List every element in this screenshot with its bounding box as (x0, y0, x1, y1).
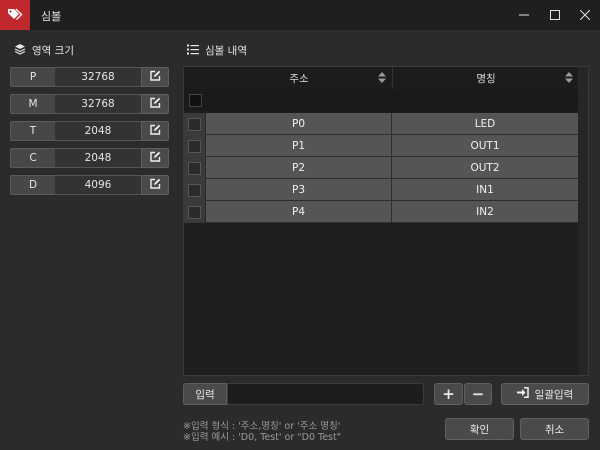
area-label: D (10, 175, 55, 195)
area-value: 32768 (55, 94, 141, 114)
area-label: P (10, 67, 55, 87)
row-checkbox[interactable] (188, 205, 201, 219)
column-header-name[interactable]: 명칭 (392, 67, 579, 89)
minimize-button[interactable] (509, 0, 539, 30)
ok-button[interactable]: 확인 (445, 418, 514, 440)
edit-icon (149, 97, 161, 112)
area-label: M (10, 94, 55, 114)
row-checkbox[interactable] (188, 139, 201, 153)
select-all-row (184, 89, 579, 111)
symbol-table: 주소 명칭 P0 LED P1 OUT1 P2 OUT2 P3 IN1 P4 I… (183, 66, 589, 376)
add-button[interactable]: + (434, 383, 463, 405)
title-bar: 심볼 (0, 0, 600, 30)
edit-icon (149, 178, 161, 193)
input-example-hint: ※입력 예시 : 'D0, Test' or "D0 Test" (183, 432, 342, 443)
name-cell[interactable]: IN2 (392, 201, 579, 223)
area-value: 4096 (55, 175, 141, 195)
area-label: C (10, 148, 55, 168)
area-row-t: T 2048 (10, 121, 169, 141)
list-icon (187, 44, 199, 58)
area-row-m: M 32768 (10, 94, 169, 114)
bulk-input-label: 일괄입력 (534, 388, 574, 401)
table-row[interactable]: P0 LED (184, 113, 579, 135)
table-row[interactable]: P1 OUT1 (184, 135, 579, 157)
edit-button[interactable] (141, 67, 169, 87)
area-value: 2048 (55, 148, 141, 168)
table-row[interactable]: P2 OUT2 (184, 157, 579, 179)
name-cell[interactable]: OUT2 (392, 157, 579, 179)
table-row[interactable]: P4 IN2 (184, 201, 579, 223)
sort-icon (565, 72, 573, 86)
sign-in-icon (516, 387, 529, 401)
row-checkbox[interactable] (188, 117, 201, 131)
area-size-header: 영역 크기 (14, 43, 74, 58)
symbol-list-header: 심볼 내역 (187, 43, 247, 58)
address-cell[interactable]: P4 (206, 201, 392, 223)
close-button[interactable] (570, 0, 600, 30)
cancel-button[interactable]: 취소 (520, 418, 589, 440)
area-row-c: C 2048 (10, 148, 169, 168)
address-cell[interactable]: P1 (206, 135, 392, 157)
maximize-button[interactable] (540, 0, 570, 30)
table-row[interactable]: P3 IN1 (184, 179, 579, 201)
area-value: 32768 (55, 67, 141, 87)
row-checkbox[interactable] (188, 183, 201, 197)
select-all-checkbox[interactable] (188, 93, 202, 107)
window-title: 심볼 (41, 10, 62, 23)
column-header-address[interactable]: 주소 (206, 67, 392, 89)
input-label: 입력 (183, 383, 227, 405)
edit-button[interactable] (141, 148, 169, 168)
bulk-input-button[interactable]: 일괄입력 (501, 383, 589, 405)
edit-icon (149, 70, 161, 85)
remove-button[interactable]: − (464, 383, 492, 405)
edit-button[interactable] (141, 175, 169, 195)
edit-button[interactable] (141, 94, 169, 114)
sort-icon (378, 72, 386, 86)
name-cell[interactable]: OUT1 (392, 135, 579, 157)
area-label: T (10, 121, 55, 141)
edit-icon (149, 151, 161, 166)
address-cell[interactable]: P3 (206, 179, 392, 201)
address-cell[interactable]: P2 (206, 157, 392, 179)
address-cell[interactable]: P0 (206, 113, 392, 135)
name-cell[interactable]: LED (392, 113, 579, 135)
row-checkbox[interactable] (188, 161, 201, 175)
edit-button[interactable] (141, 121, 169, 141)
symbol-list-title: 심볼 내역 (205, 45, 247, 57)
area-row-p: P 32768 (10, 67, 169, 87)
table-header: 주소 명칭 (184, 67, 579, 89)
layers-icon (14, 43, 26, 58)
area-row-d: D 4096 (10, 175, 169, 195)
area-value: 2048 (55, 121, 141, 141)
table-scrollbar[interactable] (578, 67, 588, 375)
symbol-input[interactable] (227, 383, 424, 405)
name-cell[interactable]: IN1 (392, 179, 579, 201)
tags-icon (0, 0, 30, 30)
area-size-title: 영역 크기 (32, 45, 74, 57)
edit-icon (149, 124, 161, 139)
